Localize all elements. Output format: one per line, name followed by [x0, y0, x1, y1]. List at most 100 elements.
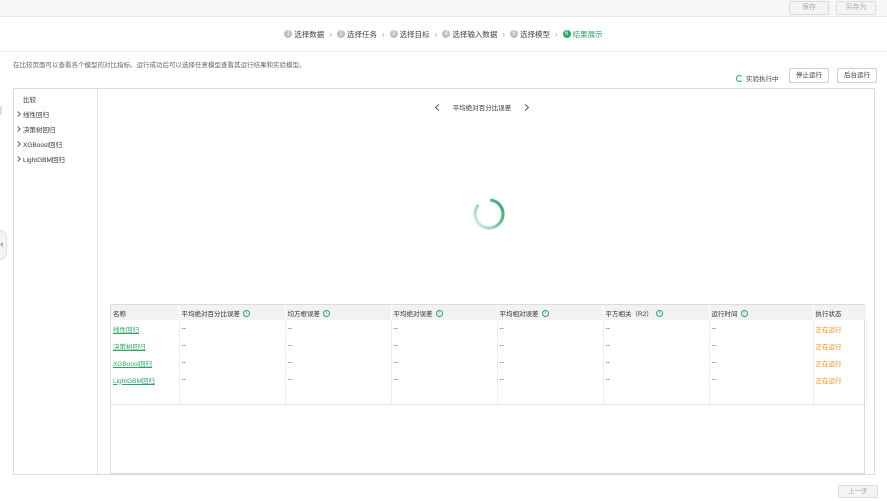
- loading-icon: [736, 74, 743, 82]
- table-cell: --: [391, 371, 498, 388]
- model-link[interactable]: LightGBM回归: [111, 371, 180, 388]
- chevron-right-icon: [15, 156, 21, 162]
- info-icon[interactable]: i: [323, 310, 330, 318]
- step-5[interactable]: 5 选择模型 ›: [510, 29, 563, 40]
- run-status: 实验执行中: [736, 72, 779, 84]
- header-label: 平均绝对百分比误差: [181, 310, 241, 318]
- col-header-mae: 平均绝对误差 i: [391, 305, 498, 320]
- chevron-right-icon: ›: [329, 29, 332, 39]
- model-tree: 比较 线性回归 决策树回归 XGBoost回归 LightGBM回归: [14, 89, 98, 474]
- tree-heading[interactable]: 比较: [23, 94, 36, 104]
- step-2[interactable]: 2 选择任务 ›: [336, 29, 390, 40]
- chevron-left-icon[interactable]: [434, 103, 442, 111]
- step-label: 选择数据: [294, 29, 325, 39]
- edge-marker: [0, 106, 2, 115]
- table-cell: --: [497, 337, 604, 354]
- table-cell: --: [391, 337, 498, 354]
- step-number: 3: [389, 30, 398, 38]
- table-cell: --: [285, 337, 392, 354]
- chevron-right-icon: [15, 126, 21, 132]
- step-label: 结果展示: [572, 29, 603, 39]
- step-label: 选择模型: [520, 29, 550, 39]
- divider: [0, 51, 887, 52]
- table-cell: --: [709, 354, 814, 371]
- chevron-right-icon[interactable]: [522, 103, 530, 111]
- info-icon[interactable]: i: [435, 310, 443, 318]
- step-number: 4: [442, 30, 451, 38]
- table-row: 决策树回归 -- -- -- -- -- -- 正在运行: [111, 337, 867, 354]
- stop-run-button[interactable]: 停止运行: [789, 68, 829, 83]
- metric-label: 平均绝对百分比误差: [452, 105, 512, 112]
- table-cell: --: [709, 371, 814, 388]
- table-cell: --: [285, 371, 392, 388]
- header-label: 运行时间: [711, 310, 738, 318]
- tree-item-label: 线性回归: [23, 112, 49, 119]
- tree-item-linear[interactable]: 线性回归: [15, 109, 49, 119]
- table-cell: --: [391, 354, 498, 371]
- header-label: 执行状态: [815, 310, 842, 318]
- background-run-button[interactable]: 后台运行: [837, 68, 877, 83]
- col-header-name: 名称: [111, 305, 180, 320]
- table-cell: [709, 388, 814, 404]
- result-panel: 平均绝对百分比误差 名称 平均绝对百分比误差 i 均方根误差 i 平均绝对误差 …: [98, 89, 874, 474]
- table-cell: [813, 388, 867, 404]
- save-as-button[interactable]: 另存为: [836, 1, 876, 15]
- model-link[interactable]: XGBoost回归: [111, 354, 180, 371]
- chevron-right-icon: ›: [502, 29, 505, 39]
- step-6[interactable]: 6 结果展示: [562, 29, 603, 40]
- step-number: 5: [510, 30, 518, 38]
- col-header-rmse: 均方根误差 i: [285, 305, 392, 320]
- tree-item-lightgbm[interactable]: LightGBM回归: [15, 154, 65, 164]
- chevron-right-icon: [15, 111, 21, 117]
- main-area: 1 选择数据 › 2 选择任务 › 3 选择目标 › 4 选择输入数据 › 5 选择模型 › 6 结果…: [0, 17, 887, 501]
- tree-item-decision-tree[interactable]: 决策树回归: [15, 124, 56, 134]
- table-cell: --: [709, 320, 814, 337]
- col-header-mre: 平均相对误差 i: [497, 305, 604, 320]
- table-cell: --: [603, 320, 710, 337]
- table-cell: --: [179, 354, 286, 371]
- save-button[interactable]: 保存: [789, 1, 829, 15]
- model-link[interactable]: 决策树回归: [111, 337, 180, 354]
- model-link[interactable]: 线性回归: [111, 320, 180, 337]
- metric-selector: 平均绝对百分比误差: [98, 102, 866, 112]
- tree-item-xgboost[interactable]: XGBoost回归: [15, 139, 62, 149]
- table-cell: [111, 388, 180, 404]
- comparison-panel: 比较 线性回归 决策树回归 XGBoost回归 LightGBM回归 平均绝对百…: [13, 88, 875, 475]
- table-cell: --: [709, 337, 814, 354]
- info-icon[interactable]: i: [541, 310, 549, 318]
- info-icon[interactable]: i: [243, 310, 250, 318]
- col-header-r2: 平方相关（R2） i: [603, 305, 710, 320]
- page-hint: 在比较页面可以查看各个模型的对比指标。运行成功后可以选择任意模型查看其运行结果和…: [13, 62, 306, 69]
- step-number: 1: [284, 30, 293, 38]
- top-toolbar: 保存 另存为: [0, 0, 887, 17]
- collapse-handle[interactable]: [0, 230, 7, 260]
- table-cell: [179, 388, 286, 404]
- table-cell: [497, 388, 604, 404]
- metrics-table: 名称 平均绝对百分比误差 i 均方根误差 i 平均绝对误差 i 平均相对误差 i 平方相…: [110, 304, 867, 474]
- step-label: 选择任务: [346, 29, 377, 39]
- info-icon[interactable]: i: [655, 310, 663, 318]
- status-badge: 正在运行: [813, 337, 867, 354]
- info-icon[interactable]: i: [740, 310, 748, 318]
- header-label: 名称: [113, 310, 126, 318]
- step-1[interactable]: 1 选择数据 ›: [284, 29, 337, 40]
- table-cell: --: [603, 354, 710, 371]
- table-row: LightGBM回归 -- -- -- -- -- -- 正在运行: [111, 371, 867, 388]
- status-badge: 正在运行: [813, 320, 867, 337]
- step-3[interactable]: 3 选择目标 ›: [389, 29, 443, 40]
- col-header-status: 执行状态: [813, 305, 867, 320]
- chevron-right-icon: ›: [434, 29, 438, 39]
- table-cell: --: [285, 354, 392, 371]
- table-cell: --: [179, 320, 286, 337]
- table-cell: --: [179, 337, 286, 354]
- chevron-right-icon: [15, 141, 21, 147]
- table-cell: --: [497, 320, 604, 337]
- col-header-mape: 平均绝对百分比误差 i: [179, 305, 286, 320]
- step-4[interactable]: 4 选择输入数据 ›: [442, 29, 510, 40]
- table-cell: --: [497, 354, 604, 371]
- table-cell: --: [285, 320, 392, 337]
- header-label: 平均绝对误差: [393, 310, 433, 318]
- header-label: 平方相关（R2）: [605, 310, 653, 318]
- tree-item-label: LightGBM回归: [23, 157, 65, 164]
- previous-step-button[interactable]: 上一步: [838, 485, 878, 498]
